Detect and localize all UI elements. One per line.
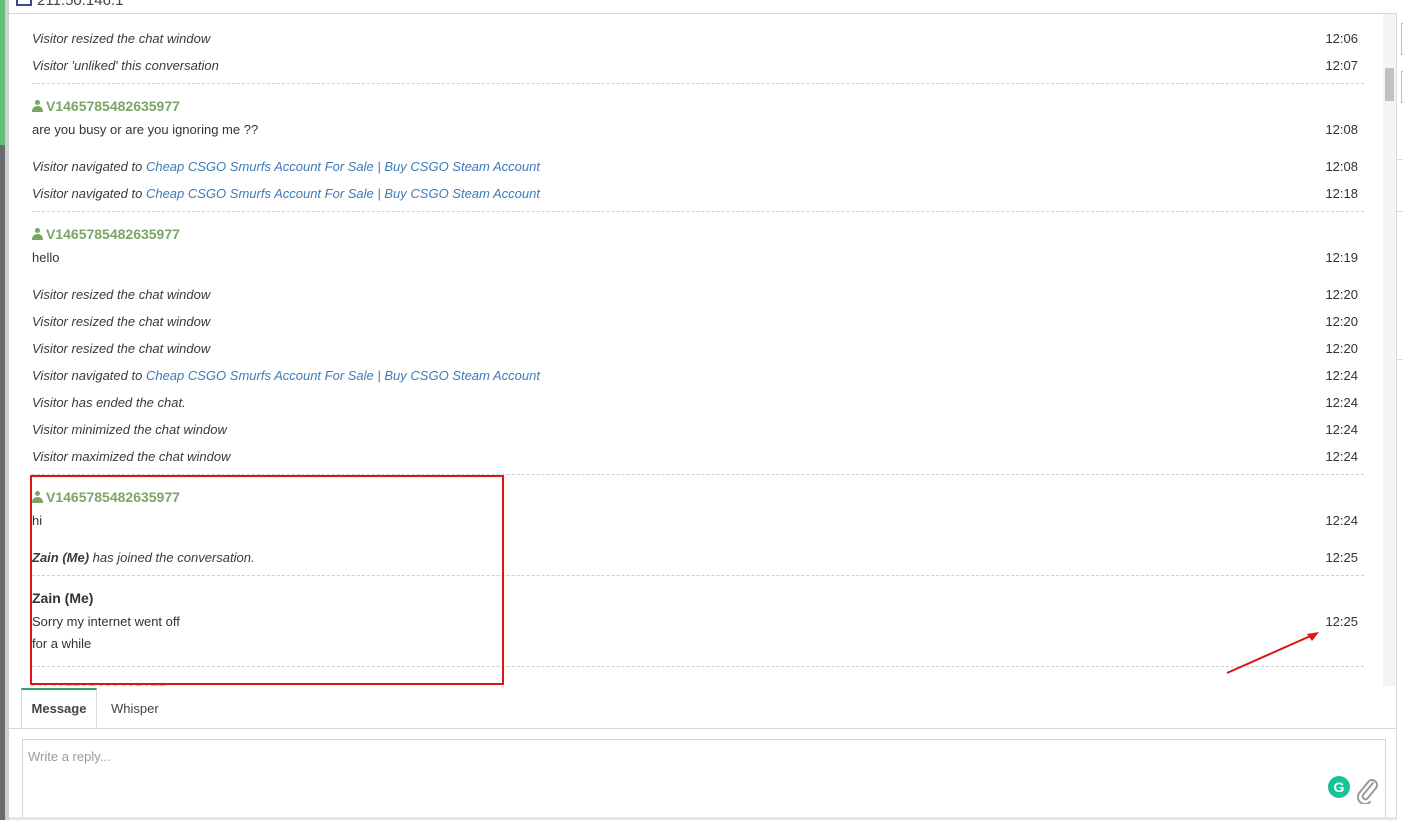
system-event: Visitor minimized the chat window 12:24 [32,420,1358,440]
sender-name: V1465785482635977 [46,226,180,242]
chat-transcript[interactable]: Visitor resized the chat window 12:06 Vi… [9,14,1396,686]
system-event: Visitor navigated to Cheap CSGO Smurfs A… [32,184,1358,204]
tab-whisper[interactable]: Whisper [111,688,159,728]
highlight-box [30,475,504,685]
tab-message[interactable]: Message [21,688,97,728]
event-text: Visitor resized the chat window [32,287,211,302]
event-time: 12:18 [1325,186,1358,201]
scrollbar-thumb[interactable] [1385,68,1394,101]
right-side-panel [1396,13,1403,820]
event-text: Visitor minimized the chat window [32,422,227,437]
side-panel-divider [1397,211,1403,212]
page-link[interactable]: Cheap CSGO Smurfs Account For Sale | Buy… [146,368,540,383]
reply-tabs: Message Whisper [9,686,1396,729]
event-prefix: Visitor navigated to [32,368,146,383]
event-prefix: Visitor navigated to [32,186,146,201]
system-event: Visitor 'unliked' this conversation 12:0… [32,56,1358,76]
user-icon [32,228,43,240]
visitor-sender: V1465785482635977 [32,96,180,116]
event-time: 12:20 [1325,341,1358,356]
system-event: Visitor navigated to Cheap CSGO Smurfs A… [32,157,1358,177]
visitor-message: are you busy or are you ignoring me ?? 1… [32,120,1358,140]
event-time: 12:24 [1325,395,1358,410]
user-icon [32,100,43,112]
reply-box: G [22,739,1386,818]
window-header: 211.50.146.1 [9,0,1397,14]
message-divider [32,83,1364,84]
system-event: Visitor resized the chat window 12:20 [32,285,1358,305]
event-text: Visitor maximized the chat window [32,449,231,464]
attachment-icon[interactable] [1356,778,1380,804]
event-text: Visitor resized the chat window [32,341,211,356]
event-time: 12:20 [1325,287,1358,302]
system-event: Visitor resized the chat window 12:06 [32,29,1358,49]
event-time: 12:20 [1325,314,1358,329]
message-text: hello [32,250,60,265]
side-panel-divider [1397,159,1403,160]
message-time: 12:08 [1325,122,1358,137]
system-event: Visitor resized the chat window 12:20 [32,339,1358,359]
chat-scrollbar[interactable] [1383,14,1396,686]
event-text: Visitor resized the chat window [32,314,211,329]
event-time: 12:24 [1325,368,1358,383]
event-time: 12:08 [1325,159,1358,174]
event-prefix: Visitor navigated to [32,159,146,174]
document-icon [16,0,32,6]
message-divider [32,211,1364,212]
system-event: Visitor maximized the chat window 12:24 [32,447,1358,467]
event-time: 12:06 [1325,31,1358,46]
event-time: 12:07 [1325,58,1358,73]
window-title: 211.50.146.1 [37,0,124,9]
reply-input[interactable] [23,740,1323,810]
annotation-arrow-icon [1226,632,1319,674]
event-time: 12:25 [1325,550,1358,565]
status-strip [0,0,5,145]
page-link[interactable]: Cheap CSGO Smurfs Account For Sale | Buy… [146,186,540,201]
system-event: Visitor resized the chat window 12:20 [32,312,1358,332]
message-time: 12:19 [1325,250,1358,265]
event-text: Visitor has ended the chat. [32,395,186,410]
page-link[interactable]: Cheap CSGO Smurfs Account For Sale | Buy… [146,159,540,174]
visitor-sender: V1465785482635977 [32,224,180,244]
system-event: Visitor has ended the chat. 12:24 [32,393,1358,413]
message-time: 12:24 [1325,513,1358,528]
message-time: 12:25 [1325,614,1358,629]
visitor-message: hello 12:19 [32,248,1358,268]
event-text: Visitor resized the chat window [32,31,211,46]
event-time: 12:24 [1325,449,1358,464]
system-event: Visitor navigated to Cheap CSGO Smurfs A… [32,366,1358,386]
message-text: are you busy or are you ignoring me ?? [32,122,259,137]
sender-name: V1465785482635977 [46,98,180,114]
event-time: 12:24 [1325,422,1358,437]
left-edge-strip [0,0,9,820]
grammarly-icon[interactable]: G [1328,776,1350,798]
event-text: Visitor 'unliked' this conversation [32,58,219,73]
side-panel-divider [1397,359,1403,360]
